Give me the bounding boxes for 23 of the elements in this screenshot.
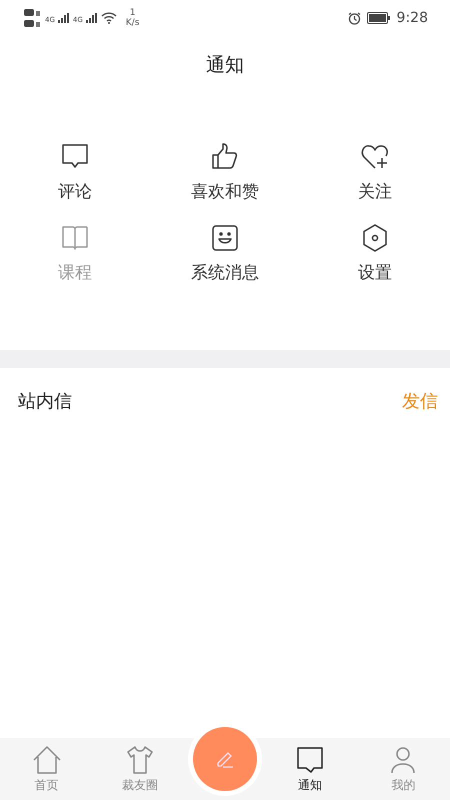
clock-time: 9:28 (396, 10, 428, 26)
page-title: 通知 (206, 53, 244, 78)
wifi-icon (100, 12, 117, 24)
battery-icon (366, 12, 391, 24)
hd-icon (24, 8, 42, 28)
tab[interactable]: 通知 (270, 744, 350, 794)
category-item[interactable]: 评论 (20, 142, 130, 203)
category-item[interactable]: 设置 (320, 223, 430, 284)
inbox-title: 站内信 (18, 390, 72, 413)
signal-icon (58, 13, 70, 23)
chat-icon (295, 744, 326, 774)
category-item[interactable]: 关注 (320, 142, 430, 203)
alarm-icon (348, 12, 361, 24)
category-item[interactable]: 喜欢和赞 (170, 142, 280, 203)
smiley-icon (210, 223, 240, 253)
compose-button[interactable] (192, 727, 257, 791)
signal-icon (86, 13, 98, 23)
speed-value: 1 (130, 8, 136, 18)
shirt-icon (124, 744, 155, 774)
home-icon (32, 744, 62, 774)
category-item[interactable]: 系统消息 (170, 223, 280, 284)
thumbs-up-icon (210, 142, 240, 172)
speed-unit: K/s (126, 18, 140, 28)
